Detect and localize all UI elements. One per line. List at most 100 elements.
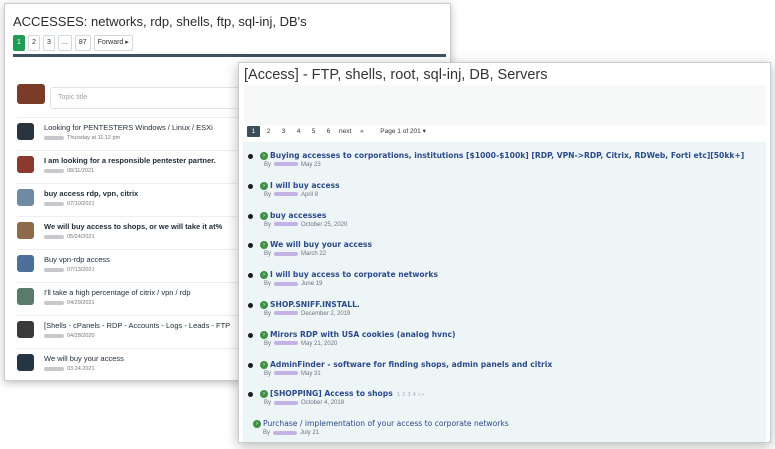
- author-name[interactable]: [44, 234, 64, 239]
- thread-date: May 31: [301, 370, 321, 377]
- thread-row[interactable]: › SHOP.SNIFF.INSTALL. By December 2, 2019: [248, 300, 761, 328]
- thread-date: May 21, 2020: [301, 340, 338, 347]
- thread-title[interactable]: Buy vpn-rdp access: [44, 255, 110, 264]
- author-name[interactable]: [44, 366, 64, 371]
- title-panel: [244, 85, 766, 125]
- author-name[interactable]: [274, 371, 299, 376]
- thread-title-link[interactable]: Purchase / implementation of your access…: [263, 419, 509, 428]
- avatar: [17, 288, 34, 305]
- page-button[interactable]: 5: [307, 126, 320, 137]
- thread-title[interactable]: We will buy your access: [44, 354, 124, 363]
- author-name[interactable]: [274, 400, 299, 405]
- thread-title-text[interactable]: Purchase / implementation of your access…: [263, 419, 509, 428]
- author-name[interactable]: [44, 168, 64, 173]
- bullet-icon: [248, 273, 253, 279]
- thread-row[interactable]: › Mirors RDP with USA cookies (analog hvn…: [248, 330, 761, 358]
- author-name[interactable]: [274, 162, 299, 167]
- thread-row[interactable]: › Purchase / implementation of your acces…: [248, 419, 761, 442]
- thread-title-text[interactable]: I will buy access to corporate networks: [270, 270, 438, 279]
- thread-title[interactable]: [Shells - cPanels - RDP - Accounts - Log…: [44, 321, 230, 330]
- page-button[interactable]: 1: [13, 35, 25, 51]
- thread-row[interactable]: › I will buy access By April 8: [248, 181, 761, 209]
- new-post-icon: ›: [260, 271, 268, 280]
- page-button[interactable]: Forward ▸: [93, 35, 133, 51]
- thread-meta: 08/11/2021: [44, 168, 216, 174]
- thread-title-text[interactable]: Buying accesses to corporations, institu…: [270, 151, 744, 160]
- page-button[interactable]: »: [355, 126, 368, 137]
- avatar: [17, 222, 34, 239]
- thread-row[interactable]: › We will buy your access By March 22: [248, 240, 761, 268]
- author-name[interactable]: [274, 311, 299, 316]
- author-name[interactable]: [44, 135, 64, 140]
- thread-title-text[interactable]: I will buy access: [270, 181, 340, 190]
- thread-title[interactable]: We will buy access to shops, or we will …: [44, 222, 222, 231]
- thread-date: October 25, 2020: [301, 221, 348, 228]
- bullet-icon: [248, 213, 253, 219]
- thread-date: Thursday at 11:12 pm: [67, 135, 121, 141]
- thread-title-text[interactable]: AdminFinder - software for finding shops…: [270, 360, 552, 369]
- bullet-icon: [248, 392, 253, 398]
- thread-title-link[interactable]: Buying accesses to corporations, institu…: [270, 151, 744, 160]
- thread-title-text[interactable]: SHOP.SNIFF.INSTALL.: [270, 300, 360, 309]
- new-post-icon: ›: [260, 390, 268, 399]
- author-name[interactable]: [274, 341, 299, 346]
- thread-title[interactable]: I am looking for a responsible pentester…: [44, 156, 216, 165]
- page-button[interactable]: next: [337, 126, 353, 137]
- thread-title[interactable]: Looking for PENTESTERS Windows / Linux /…: [44, 123, 213, 132]
- thread-title-link[interactable]: SHOP.SNIFF.INSTALL.: [270, 300, 360, 309]
- page-button[interactable]: 87: [74, 35, 91, 51]
- forum-window-access: [Access] - FTP, shells, root, sql-inj, D…: [238, 62, 771, 443]
- thread-title-link[interactable]: AdminFinder - software for finding shops…: [270, 360, 552, 369]
- thread-title[interactable]: I'll take a high percentage of citrix / …: [44, 288, 191, 297]
- thread-page-links[interactable]: 1 2 3 4 »»: [397, 392, 425, 398]
- avatar: [17, 354, 34, 371]
- author-name[interactable]: [274, 281, 299, 286]
- author-name[interactable]: [44, 333, 64, 338]
- thread-title-text[interactable]: We will buy your access: [270, 240, 372, 249]
- thread-date: 08/11/2021: [67, 168, 95, 174]
- page-button[interactable]: 2: [28, 35, 40, 51]
- thread-title[interactable]: buy access rdp, vpn, citrix: [44, 189, 138, 198]
- thread-date: 07/13/2021: [67, 267, 95, 273]
- thread-meta: By March 22: [264, 251, 326, 257]
- thread-meta: 05/24/2021: [44, 234, 222, 240]
- thread-row[interactable]: › [SHOPPING] Access to shops 1 2 3 4 »» By O…: [248, 389, 761, 417]
- thread-row[interactable]: › Buying accesses to corporations, instit…: [248, 151, 761, 179]
- thread-date: May 23: [301, 162, 321, 168]
- avatar: [17, 123, 34, 140]
- page-button[interactable]: 6: [322, 126, 335, 137]
- thread-title-text[interactable]: buy accesses: [270, 211, 326, 220]
- thread-meta: Thursday at 11:12 pm: [44, 135, 213, 141]
- page-button[interactable]: 3: [277, 126, 290, 137]
- topic-title-input[interactable]: Topic title: [50, 87, 250, 109]
- thread-date: 05/24/2021: [67, 234, 95, 240]
- page-jump-dropdown[interactable]: Page 1 of 201 ▾: [378, 126, 428, 137]
- thread-meta: By December 2, 2019: [264, 311, 350, 317]
- page-button[interactable]: 4: [292, 126, 305, 137]
- bullet-icon: [248, 243, 253, 249]
- thread-title-text[interactable]: Mirors RDP with USA cookies (analog hvnc…: [270, 330, 456, 339]
- author-name[interactable]: [44, 267, 64, 272]
- author-name[interactable]: [274, 222, 299, 227]
- thread-title-link[interactable]: Mirors RDP with USA cookies (analog hvnc…: [270, 330, 456, 339]
- thread-title-link[interactable]: I will buy access to corporate networks: [270, 270, 438, 279]
- thread-row[interactable]: › AdminFinder - software for finding shop…: [248, 360, 761, 388]
- by-label: By: [264, 370, 272, 377]
- thread-title-link[interactable]: buy accesses: [270, 211, 326, 220]
- author-name[interactable]: [44, 201, 64, 206]
- author-name[interactable]: [274, 251, 299, 256]
- author-name[interactable]: [273, 430, 298, 435]
- author-name[interactable]: [274, 192, 299, 197]
- thread-title-link[interactable]: [SHOPPING] Access to shops 1 2 3 4 »»: [270, 389, 424, 398]
- thread-row[interactable]: › buy accesses By October 25, 2020: [248, 211, 761, 239]
- thread-title-text[interactable]: [SHOPPING] Access to shops: [270, 389, 393, 398]
- thread-title-link[interactable]: We will buy your access: [270, 240, 372, 249]
- page-button[interactable]: 3: [43, 35, 55, 51]
- author-name[interactable]: [44, 300, 64, 305]
- thread-row[interactable]: › I will buy access to corporate networks…: [248, 270, 761, 298]
- page-button[interactable]: 1: [247, 126, 260, 137]
- page-button[interactable]: 2: [262, 126, 275, 137]
- thread-date: 04/28/2020: [67, 333, 95, 339]
- avatar: [17, 156, 34, 173]
- thread-title-link[interactable]: I will buy access: [270, 181, 340, 190]
